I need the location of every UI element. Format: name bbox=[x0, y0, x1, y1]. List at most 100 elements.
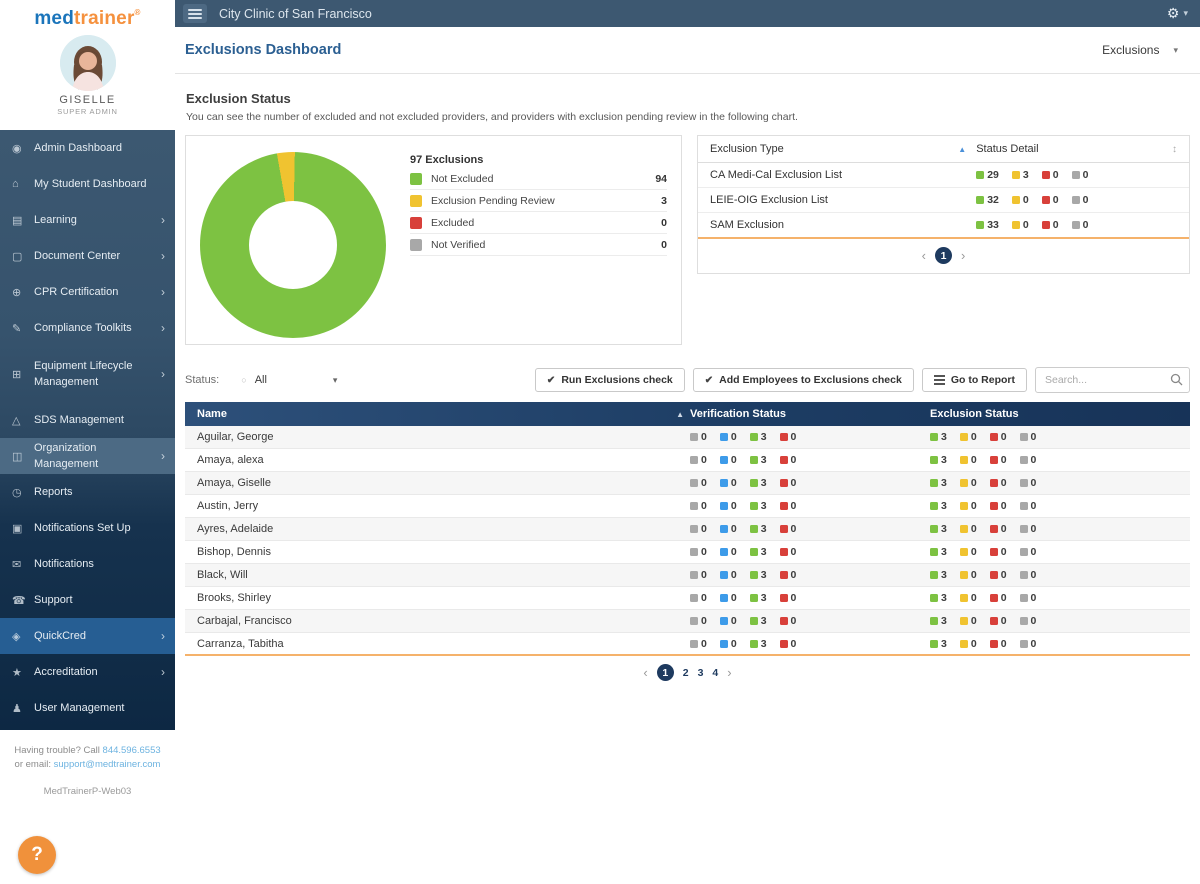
sidebar-item-learning[interactable]: ▤ Learning › bbox=[0, 202, 175, 238]
legend-item: Not Excluded 94 bbox=[410, 168, 667, 190]
support-phone-link[interactable]: 844.596.6553 bbox=[103, 745, 161, 756]
sort-icon[interactable]: ↕ bbox=[1172, 144, 1177, 155]
name-column-header[interactable]: Name ▲ bbox=[197, 408, 690, 420]
search-input[interactable] bbox=[1035, 367, 1190, 393]
logo-trainer: trainer bbox=[74, 8, 135, 29]
red-count-badge: 0 bbox=[779, 454, 796, 466]
gray-count-badge: 0 bbox=[690, 638, 707, 650]
pagination-next[interactable]: › bbox=[961, 248, 965, 263]
table-row[interactable]: Amaya, alexa 0 0 3 0 3 0 0 0 bbox=[185, 449, 1190, 472]
status-detail-badges: 32 0 0 0 bbox=[976, 194, 1088, 206]
yellow-count-badge: 0 bbox=[1011, 194, 1029, 206]
provider-name: Ayres, Adelaide bbox=[197, 523, 274, 535]
legend-swatch bbox=[410, 172, 422, 185]
legend-item: Exclusion Pending Review 3 bbox=[410, 190, 667, 212]
chevron-right-icon: › bbox=[161, 367, 165, 381]
pagination-prev[interactable]: ‹ bbox=[922, 248, 926, 263]
sidebar-item-accreditation[interactable]: ★ Accreditation › bbox=[0, 654, 175, 690]
table-row[interactable]: Aguilar, George 0 0 3 0 3 0 0 0 bbox=[185, 426, 1190, 449]
quickcred-icon: ◈ bbox=[12, 630, 21, 643]
table-row[interactable]: Black, Will 0 0 3 0 3 0 0 0 bbox=[185, 564, 1190, 587]
sidebar-item-notifications-setup[interactable]: ▣ Notifications Set Up bbox=[0, 510, 175, 546]
check-icon: ✔ bbox=[704, 374, 714, 386]
sidebar-item-student-dashboard[interactable]: ⌂ My Student Dashboard bbox=[0, 166, 175, 202]
support-email-link[interactable]: support@medtrainer.com bbox=[54, 759, 161, 770]
sort-asc-icon[interactable]: ▲ bbox=[676, 410, 684, 419]
gear-icon[interactable]: ⚙ bbox=[1167, 5, 1180, 22]
legend-label: Exclusion Pending Review bbox=[431, 194, 555, 207]
pagination-prev[interactable]: ‹ bbox=[643, 665, 647, 680]
run-exclusions-check-label: Run Exclusions check bbox=[561, 374, 673, 386]
sidebar-item-organization-management[interactable]: ◫ Organization Management › bbox=[0, 438, 175, 474]
sidebar-item-user-management[interactable]: ♟ User Management bbox=[0, 690, 175, 726]
chevron-right-icon: › bbox=[161, 249, 165, 263]
table-row[interactable]: Amaya, Giselle 0 0 3 0 3 0 0 0 bbox=[185, 472, 1190, 495]
exclusion-status-column-header[interactable]: Exclusion Status bbox=[930, 408, 1178, 420]
table-row[interactable]: Carbajal, Francisco 0 0 3 0 3 0 0 0 bbox=[185, 610, 1190, 633]
sidebar-item-label: Document Center bbox=[34, 249, 121, 262]
green-count-badge: 3 bbox=[749, 569, 767, 581]
sidebar-item-sds-management[interactable]: △ SDS Management bbox=[0, 402, 175, 438]
cards-row: 97 Exclusions Not Excluded 94 Exclusion Pe… bbox=[185, 135, 1190, 345]
run-exclusions-check-button[interactable]: ✔ Run Exclusions check bbox=[534, 368, 685, 392]
gray-count-badge: 0 bbox=[690, 523, 707, 535]
search-icon[interactable] bbox=[1170, 373, 1183, 386]
name-header-label: Name bbox=[197, 408, 227, 420]
content: Exclusion Status You can see the number … bbox=[175, 91, 1200, 690]
status-detail-column-header[interactable]: Status Detail ↕ bbox=[976, 143, 1177, 155]
verification-status-badges: 0030 bbox=[690, 523, 930, 535]
pagination-page-1[interactable]: 1 bbox=[935, 247, 952, 264]
admin-dashboard-icon: ◉ bbox=[12, 142, 22, 155]
chevron-right-icon: › bbox=[161, 321, 165, 335]
sidebar-item-label: Accreditation bbox=[34, 665, 98, 678]
table-row[interactable]: CA Medi-Cal Exclusion List 29 3 0 0 bbox=[698, 163, 1189, 188]
pagination-page-3[interactable]: 3 bbox=[698, 667, 704, 679]
hamburger-menu-icon[interactable] bbox=[183, 4, 207, 23]
sidebar-item-reports[interactable]: ◷ Reports bbox=[0, 474, 175, 510]
chevron-right-icon: › bbox=[161, 665, 165, 679]
exclusion-type-column-header[interactable]: Exclusion Type ▲ bbox=[710, 143, 976, 155]
table-row[interactable]: LEIE-OIG Exclusion List 32 0 0 0 bbox=[698, 188, 1189, 213]
pagination-next[interactable]: › bbox=[727, 665, 731, 680]
table-row[interactable]: Ayres, Adelaide 0 0 3 0 3 0 0 0 bbox=[185, 518, 1190, 541]
blue-count-badge: 0 bbox=[719, 592, 737, 604]
help-button[interactable]: ? bbox=[18, 836, 56, 874]
sidebar-item-support[interactable]: ☎ Support bbox=[0, 582, 175, 618]
check-icon: ✔ bbox=[546, 374, 556, 386]
sidebar-item-label: My Student Dashboard bbox=[34, 177, 147, 190]
pagination-page-1[interactable]: 1 bbox=[656, 664, 674, 681]
sidebar-item-document-center[interactable]: ▢ Document Center › bbox=[0, 238, 175, 274]
pagination-page-2[interactable]: 2 bbox=[683, 667, 689, 679]
status-detail-header-label: Status Detail bbox=[976, 143, 1039, 155]
green-count-badge: 29 bbox=[976, 169, 999, 181]
green-count-badge: 32 bbox=[976, 194, 999, 206]
sidebar-item-equipment-lifecycle[interactable]: ⊞ Equipment Lifecycle Management › bbox=[0, 346, 175, 402]
red-count-badge: 0 bbox=[779, 592, 796, 604]
equipment-lifecycle-icon: ⊞ bbox=[12, 368, 22, 381]
table-row[interactable]: Austin, Jerry 0 0 3 0 3 0 0 0 bbox=[185, 495, 1190, 518]
sidebar-item-cpr-certification[interactable]: ⊕ CPR Certification › bbox=[0, 274, 175, 310]
red-count-badge: 0 bbox=[779, 500, 796, 512]
status-filter-dropdown[interactable]: Status: ○ All ▾ bbox=[185, 374, 337, 386]
verification-status-badges: 0030 bbox=[690, 431, 930, 443]
pagination-page-4[interactable]: 4 bbox=[712, 667, 718, 679]
sidebar-item-notifications[interactable]: ✉ Notifications bbox=[0, 546, 175, 582]
sidebar-item-quickcred[interactable]: ◈ QuickCred › bbox=[0, 618, 175, 654]
table-row[interactable]: Carranza, Tabitha 0 0 3 0 3 0 0 0 bbox=[185, 633, 1190, 656]
sidebar-item-label: User Management bbox=[34, 701, 125, 714]
sds-management-icon: △ bbox=[12, 414, 21, 427]
sidebar-item-admin-dashboard[interactable]: ◉ Admin Dashboard bbox=[0, 130, 175, 166]
add-employees-button[interactable]: ✔ Add Employees to Exclusions check bbox=[692, 368, 914, 392]
table-row[interactable]: SAM Exclusion 33 0 0 0 bbox=[698, 213, 1189, 239]
go-to-report-button[interactable]: Go to Report bbox=[921, 368, 1027, 392]
table-row[interactable]: Bishop, Dennis 0 0 3 0 3 0 0 0 bbox=[185, 541, 1190, 564]
table-row[interactable]: Brooks, Shirley 0 0 3 0 3 0 0 0 bbox=[185, 587, 1190, 610]
avatar[interactable] bbox=[59, 35, 116, 91]
settings-menu[interactable]: ⚙ ▾ bbox=[1167, 5, 1188, 22]
gray-count-badge: 0 bbox=[690, 431, 707, 443]
sidebar-item-compliance-toolkits[interactable]: ✎ Compliance Toolkits › bbox=[0, 310, 175, 346]
verification-status-column-header[interactable]: Verification Status bbox=[690, 408, 930, 420]
search-box bbox=[1035, 367, 1190, 393]
sort-asc-icon[interactable]: ▲ bbox=[958, 145, 966, 154]
view-selector-dropdown[interactable]: Exclusions ▾ bbox=[1102, 43, 1178, 57]
